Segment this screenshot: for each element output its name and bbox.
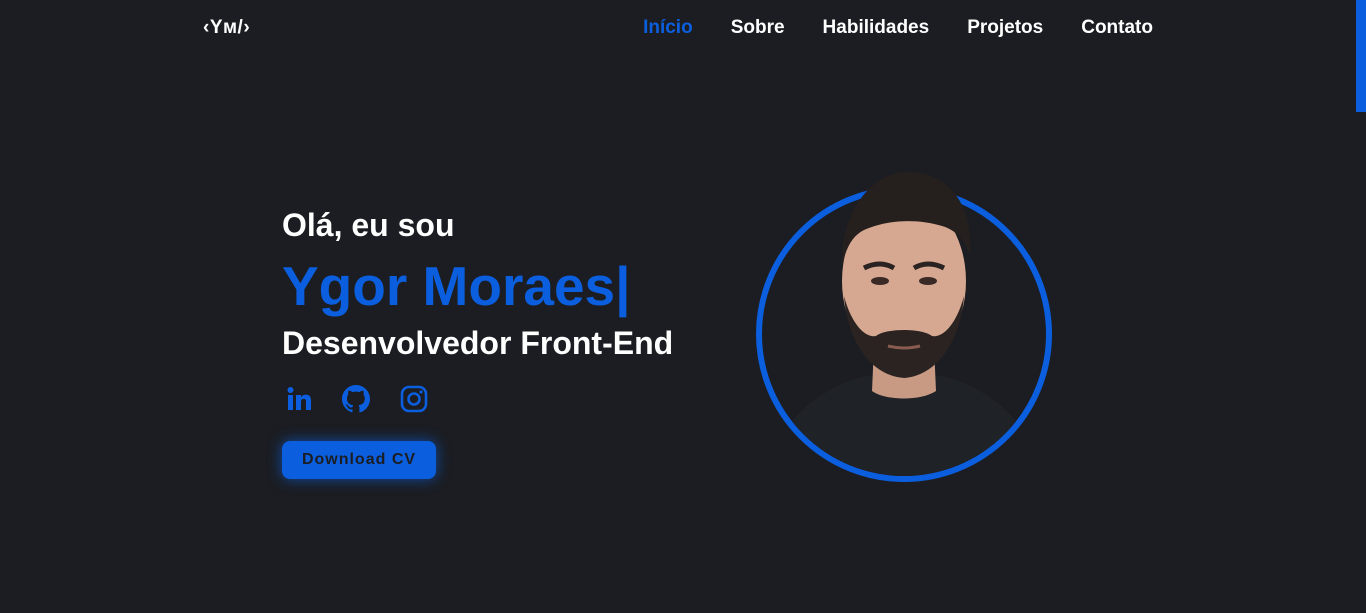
hero-name: Ygor Moraes|: [282, 255, 631, 317]
avatar: [766, 171, 1042, 476]
linkedin-icon[interactable]: [282, 383, 314, 415]
top-navbar: ‹Yм/› Início Sobre Habilidades Projetos …: [0, 0, 1356, 56]
nav-item-habilidades[interactable]: Habilidades: [823, 17, 930, 39]
profile-photo: [756, 171, 1052, 482]
nav-item-projetos[interactable]: Projetos: [967, 17, 1043, 39]
nav-item-sobre[interactable]: Sobre: [731, 17, 785, 39]
nav-menu: Início Sobre Habilidades Projetos Contat…: [643, 17, 1153, 39]
nav-item-contato[interactable]: Contato: [1081, 17, 1153, 39]
scrollbar-thumb[interactable]: [1356, 0, 1366, 112]
hero-section: Olá, eu sou Ygor Moraes| Desenvolvedor F…: [282, 205, 673, 479]
instagram-icon[interactable]: [398, 383, 430, 415]
github-icon[interactable]: [340, 383, 372, 415]
scrollbar[interactable]: [1356, 0, 1366, 613]
download-cv-button[interactable]: Download CV: [282, 441, 436, 479]
social-links: [282, 383, 673, 415]
logo[interactable]: ‹Yм/›: [203, 17, 250, 39]
nav-item-inicio[interactable]: Início: [643, 17, 693, 39]
greeting-text: Olá, eu sou: [282, 207, 455, 243]
hero-role: Desenvolvedor Front-End: [282, 325, 674, 361]
